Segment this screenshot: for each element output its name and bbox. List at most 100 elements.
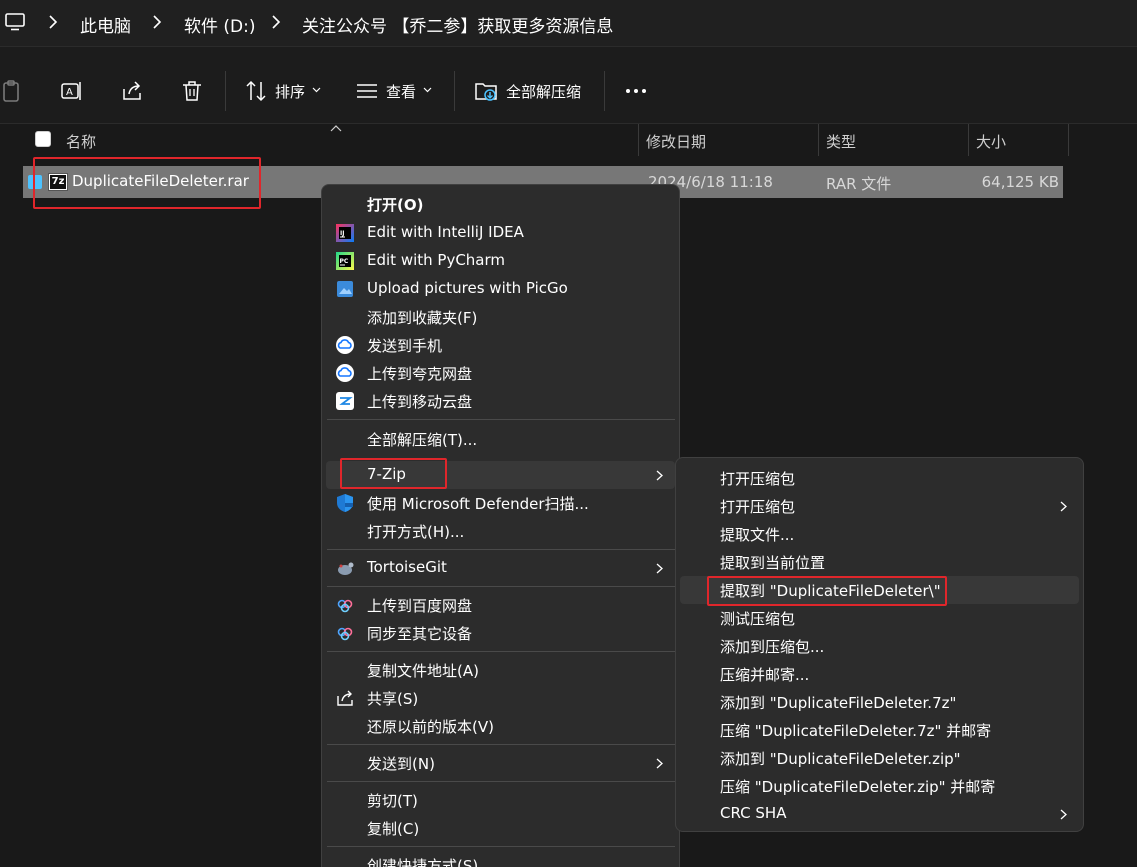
submenu-item-label: 压缩 "DuplicateFileDeleter.7z" 并邮寄 (720, 722, 992, 740)
more-options-icon[interactable] (624, 79, 648, 103)
chevron-right-icon[interactable] (271, 14, 281, 30)
chevron-down-icon[interactable] (423, 85, 432, 94)
file-explorer-window: 此电脑 软件 (D:) 关注公众号 【乔二参】获取更多资源信息 A 排序 查看 … (0, 0, 1137, 867)
menu-upload-picgo[interactable]: Upload pictures with PicGo (326, 275, 675, 303)
menu-item-label: Edit with PyCharm (367, 251, 506, 269)
row-checkbox[interactable] (28, 175, 42, 189)
submenu-extract-here[interactable]: 提取到当前位置 (680, 548, 1079, 576)
menu-item-label: 上传到夸克网盘 (367, 365, 473, 383)
submenu-item-label: 添加到压缩包... (720, 638, 825, 656)
menu-item-label: TortoiseGit (367, 558, 447, 576)
column-modified[interactable]: 修改日期 (646, 131, 706, 152)
delete-icon[interactable] (180, 79, 204, 103)
breadcrumb-this-pc[interactable]: 此电脑 (80, 12, 131, 37)
menu-restore-versions[interactable]: 还原以前的版本(V) (326, 712, 675, 740)
breadcrumb-current-folder[interactable]: 关注公众号 【乔二参】获取更多资源信息 (302, 12, 613, 37)
column-name[interactable]: 名称 (66, 131, 96, 152)
menu-create-shortcut[interactable]: 创建快捷方式(S) (326, 851, 675, 867)
submenu-item-label: 打开压缩包 (720, 470, 796, 488)
submenu-add-to-zip[interactable]: 添加到 "DuplicateFileDeleter.zip" (680, 744, 1079, 772)
menu-copy-path[interactable]: 复制文件地址(A) (326, 656, 675, 684)
select-all-checkbox[interactable] (35, 131, 51, 147)
command-bar: A 排序 查看 全部解压缩 (0, 46, 1137, 124)
submenu-compress-email[interactable]: 压缩并邮寄... (680, 660, 1079, 688)
menu-7zip[interactable]: 7-Zip (326, 461, 675, 489)
menu-send-to-phone[interactable]: 发送到手机 (326, 331, 675, 359)
submenu-open-archive[interactable]: 打开压缩包 (680, 464, 1079, 492)
menu-item-label: Upload pictures with PicGo (367, 279, 568, 297)
share-icon[interactable] (120, 79, 144, 103)
submenu-extract-files[interactable]: 提取文件... (680, 520, 1079, 548)
menu-defender-scan[interactable]: 使用 Microsoft Defender扫描... (326, 489, 675, 517)
toolbar-divider (454, 71, 455, 111)
chevron-right-icon (656, 470, 663, 481)
column-size[interactable]: 大小 (976, 131, 1006, 152)
chevron-down-icon[interactable] (312, 85, 321, 94)
menu-item-label: 发送到(N) (367, 755, 435, 773)
submenu-item-label: 提取到 "DuplicateFileDeleter\" (720, 582, 941, 600)
menu-share[interactable]: 共享(S) (326, 684, 675, 712)
submenu-item-label: 添加到 "DuplicateFileDeleter.7z" (720, 694, 957, 712)
chevron-right-icon (1060, 809, 1067, 820)
view-button[interactable]: 查看 (386, 81, 416, 102)
intellij-icon: IJ (336, 224, 354, 242)
menu-item-label: 同步至其它设备 (367, 625, 473, 643)
menu-upload-baidu[interactable]: 上传到百度网盘 (326, 591, 675, 619)
menu-item-label: 发送到手机 (367, 337, 443, 355)
submenu-test-archive[interactable]: 测试压缩包 (680, 604, 1079, 632)
menu-separator (327, 781, 675, 782)
column-divider[interactable] (968, 124, 969, 156)
menu-copy[interactable]: 复制(C) (326, 814, 675, 842)
address-bar[interactable]: 此电脑 软件 (D:) 关注公众号 【乔二参】获取更多资源信息 (0, 0, 1137, 46)
chevron-right-icon[interactable] (48, 14, 58, 30)
breadcrumb-drive-d[interactable]: 软件 (D:) (184, 12, 256, 37)
menu-item-label: 全部解压缩(T)... (367, 431, 478, 449)
submenu-add-to-archive[interactable]: 添加到压缩包... (680, 632, 1079, 660)
submenu-crc-sha[interactable]: CRC SHA (680, 800, 1079, 828)
menu-item-label: 创建快捷方式(S) (367, 857, 479, 867)
submenu-extract-to-folder[interactable]: 提取到 "DuplicateFileDeleter\" (680, 576, 1079, 604)
column-divider[interactable] (638, 124, 639, 156)
menu-add-favorites[interactable]: 添加到收藏夹(F) (326, 303, 675, 331)
submenu-open-archive-more[interactable]: 打开压缩包 (680, 492, 1079, 520)
toolbar-divider (604, 71, 605, 111)
rename-icon[interactable]: A (60, 79, 84, 103)
menu-send-to[interactable]: 发送到(N) (326, 749, 675, 777)
menu-upload-mobile-cloud[interactable]: 上传到移动云盘 (326, 387, 675, 415)
menu-extract-all[interactable]: 全部解压缩(T)... (326, 425, 675, 453)
menu-sync-devices[interactable]: 同步至其它设备 (326, 619, 675, 647)
svg-text:IJ: IJ (340, 230, 344, 237)
menu-edit-pycharm[interactable]: PC Edit with PyCharm (326, 247, 675, 275)
paste-icon[interactable] (0, 79, 24, 103)
submenu-add-to-7z[interactable]: 添加到 "DuplicateFileDeleter.7z" (680, 688, 1079, 716)
menu-item-label: 还原以前的版本(V) (367, 718, 494, 736)
tortoisegit-icon (338, 562, 354, 575)
sort-button[interactable]: 排序 (275, 81, 305, 102)
extract-folder-icon[interactable] (474, 79, 498, 103)
submenu-compress-7z-email[interactable]: 压缩 "DuplicateFileDeleter.7z" 并邮寄 (680, 716, 1079, 744)
submenu-item-label: CRC SHA (720, 804, 787, 822)
column-divider[interactable] (1068, 124, 1069, 156)
sort-icon[interactable] (244, 79, 268, 103)
menu-open[interactable]: 打开(O) (326, 190, 675, 218)
menu-separator (327, 651, 675, 652)
quark-cloud-icon (336, 336, 354, 354)
submenu-item-label: 提取到当前位置 (720, 554, 826, 572)
file-name[interactable]: DuplicateFileDeleter.rar (72, 172, 249, 190)
chevron-right-icon[interactable] (152, 14, 162, 30)
column-type[interactable]: 类型 (826, 131, 856, 152)
menu-upload-quark[interactable]: 上传到夸克网盘 (326, 359, 675, 387)
menu-tortoisegit[interactable]: TortoiseGit (326, 554, 675, 582)
this-pc-icon[interactable] (5, 13, 25, 31)
menu-open-with[interactable]: 打开方式(H)... (326, 517, 675, 545)
column-divider[interactable] (818, 124, 819, 156)
menu-separator (327, 744, 675, 745)
menu-edit-intellij[interactable]: IJ Edit with IntelliJ IDEA (326, 219, 675, 247)
menu-item-label: 打开(O) (367, 196, 424, 214)
menu-separator (327, 549, 675, 550)
menu-cut[interactable]: 剪切(T) (326, 786, 675, 814)
submenu-compress-zip-email[interactable]: 压缩 "DuplicateFileDeleter.zip" 并邮寄 (680, 772, 1079, 800)
view-icon[interactable] (355, 79, 379, 103)
column-header: 名称 修改日期 类型 大小 (0, 124, 1137, 156)
extract-all-button[interactable]: 全部解压缩 (506, 81, 581, 102)
